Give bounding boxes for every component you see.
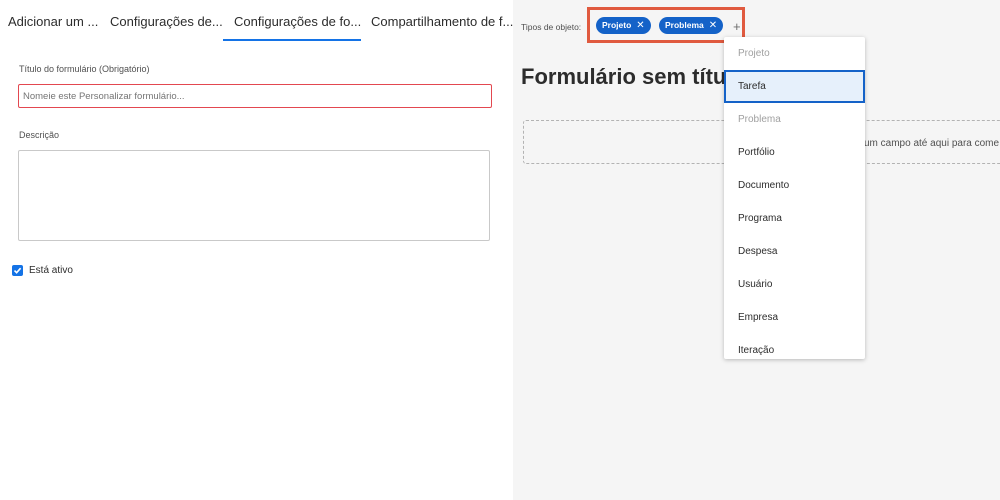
form-settings-panel: Adicionar um ... Configurações de... Con… [0,0,513,500]
object-types-label: Tipos de objeto: [521,22,582,32]
form-title-input[interactable] [18,84,492,108]
is-active-checkbox[interactable] [12,265,23,276]
tab-add-field[interactable]: Adicionar um ... [8,14,98,29]
object-type-dropdown: Projeto Tarefa Problema Portfólio Docume… [724,37,865,359]
add-object-type-button[interactable]: + [733,19,741,34]
tab-bar: Adicionar um ... Configurações de... Con… [0,0,513,42]
chip-projeto[interactable]: Projeto ✕ [596,17,651,34]
tab-form-sharing[interactable]: Compartilhamento de f... [371,14,513,29]
drop-zone-text: um campo até aqui para come [864,138,1000,149]
description-textarea[interactable] [18,150,490,241]
tab-form-settings[interactable]: Configurações de fo... [234,14,361,29]
close-icon[interactable]: ✕ [709,21,717,31]
dropdown-item-problema: Problema [738,114,781,125]
dropdown-item-documento[interactable]: Documento [724,169,865,202]
is-active-label: Está ativo [29,265,73,276]
dropdown-item-programa[interactable]: Programa [724,202,865,235]
dropdown-item-tarefa[interactable]: Tarefa [724,70,865,103]
chip-problema[interactable]: Problema ✕ [659,17,724,34]
dropdown-item-projeto: Projeto [738,48,770,59]
tab-field-settings[interactable]: Configurações de... [110,14,223,29]
description-label: Descrição [19,130,60,140]
chip-label: Problema [665,20,704,30]
form-title-label: Título do formulário (Obrigatório) [19,64,150,74]
dropdown-item-usuario[interactable]: Usuário [724,268,865,301]
dropdown-item-portfolio[interactable]: Portfólio [724,136,865,169]
close-icon[interactable]: ✕ [636,21,644,31]
active-tab-indicator [223,39,361,41]
dropdown-item-iteracao[interactable]: Iteração [724,334,865,359]
dropdown-item-empresa[interactable]: Empresa [724,301,865,334]
dropdown-item-despesa[interactable]: Despesa [724,235,865,268]
checkmark-icon [13,267,22,274]
preview-form-title: Formulário sem títu [521,64,727,89]
chip-label: Projeto [602,20,632,30]
